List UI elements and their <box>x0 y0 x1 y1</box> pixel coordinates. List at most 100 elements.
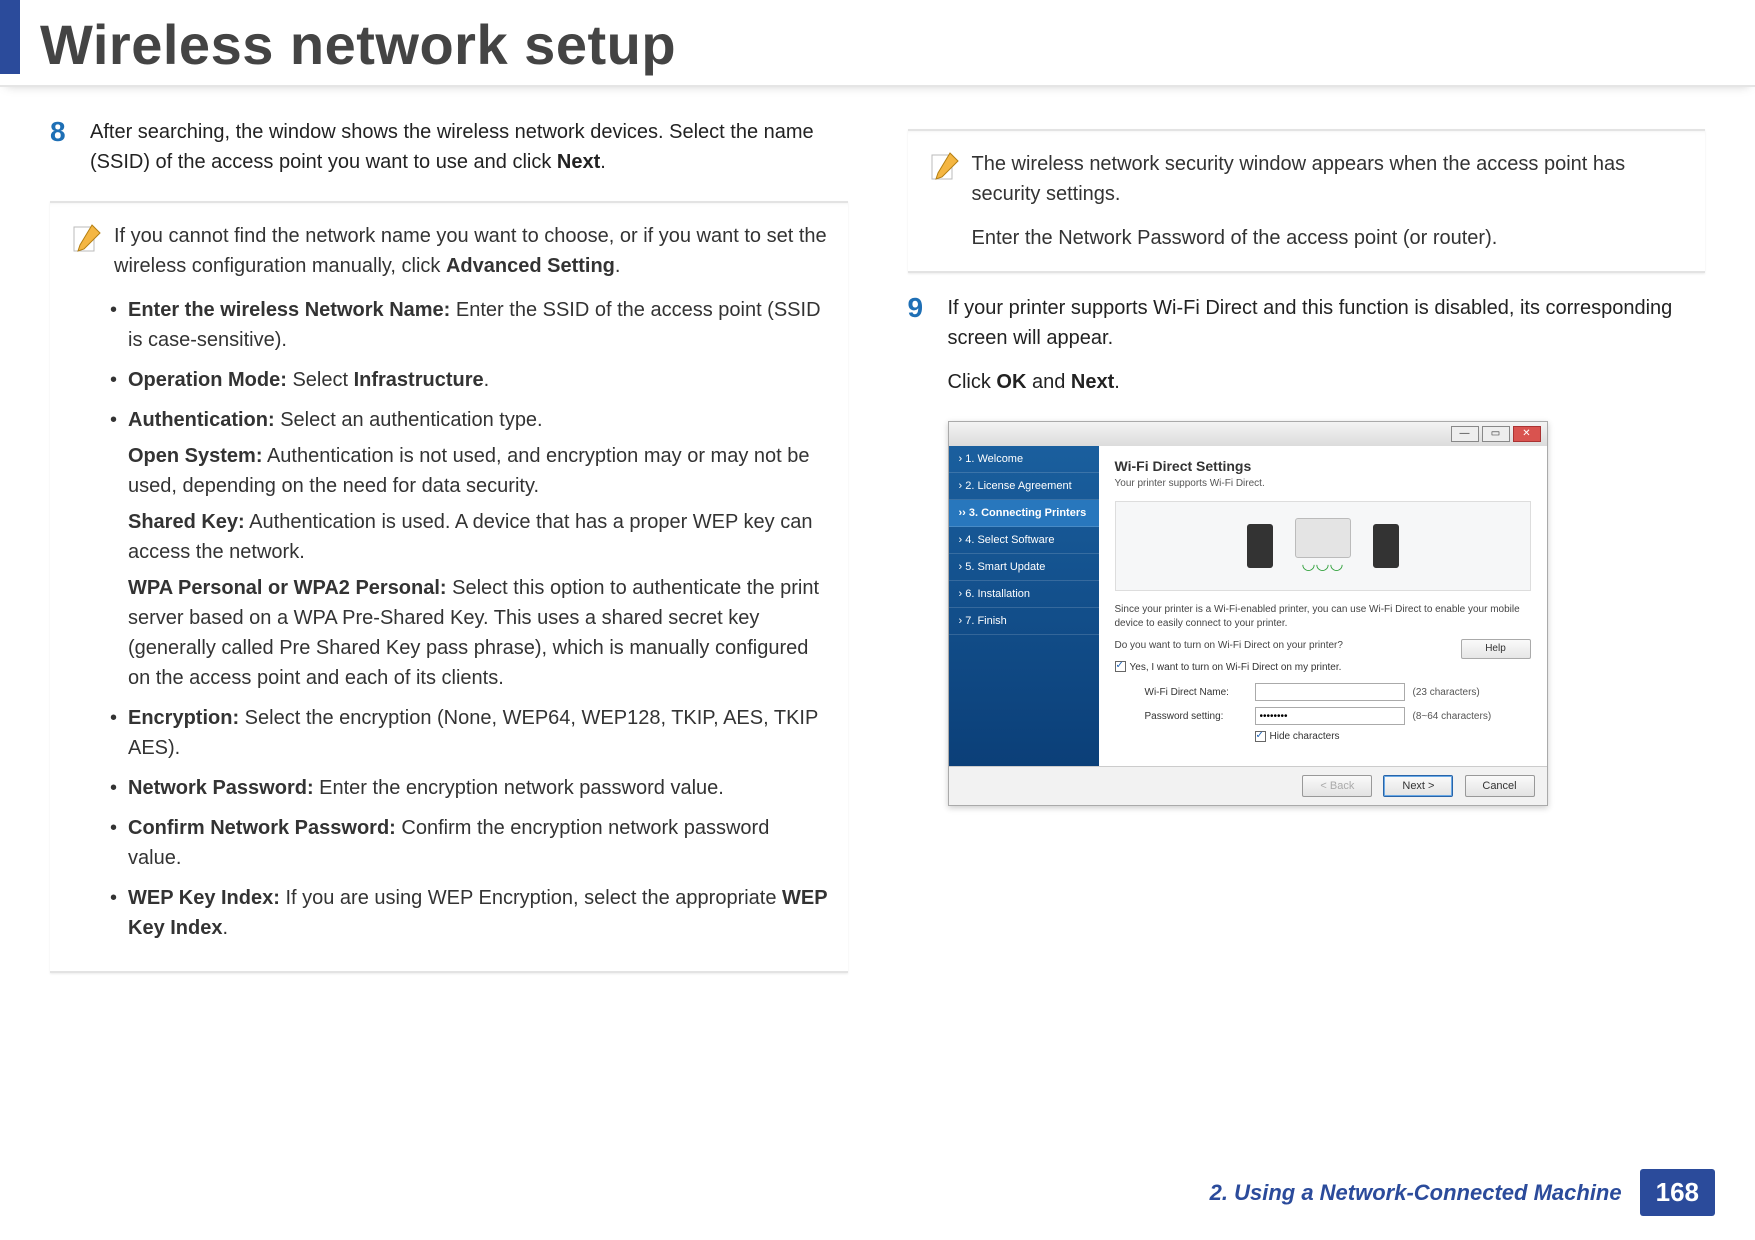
enable-wifi-direct-checkbox[interactable] <box>1115 661 1126 672</box>
page-title: Wireless network setup <box>40 12 1755 77</box>
auth-shared-key: Shared Key: Authentication is used. A de… <box>128 507 828 567</box>
note1-intro-bold: Advanced Setting <box>446 255 615 277</box>
auth-open-system: Open System: Authentication is not used,… <box>128 441 828 501</box>
password-setting-row: Password setting: (8~64 characters) <box>1145 707 1531 725</box>
step9-l2-before: Click <box>948 371 997 393</box>
sidebar-step-connecting[interactable]: ›› 3. Connecting Printers <box>949 500 1099 527</box>
b7-before: If you are using WEP Encryption, select … <box>280 887 782 909</box>
b7-label: WEP Key Index: <box>128 887 280 909</box>
b3-text: Select an authentication type. <box>275 409 543 431</box>
enable-wifi-direct-label: Yes, I want to turn on Wi-Fi Direct on m… <box>1130 662 1342 673</box>
wifi-direct-name-hint: (23 characters) <box>1413 687 1480 698</box>
password-setting-label: Password setting: <box>1145 711 1255 722</box>
b2-after: . <box>484 369 490 391</box>
b2-before: Select <box>287 369 354 391</box>
bullet-network-password: Network Password: Enter the encryption n… <box>106 773 828 803</box>
b2-bold: Infrastructure <box>354 369 484 391</box>
step9-l2-next: Next <box>1071 371 1114 393</box>
b7-after: . <box>222 917 228 939</box>
bullet-authentication: Authentication: Select an authentication… <box>106 405 828 693</box>
window-close-button[interactable]: ✕ <box>1513 426 1541 442</box>
b1-label: Enter the wireless Network Name: <box>128 299 450 321</box>
page-footer: 2. Using a Network-Connected Machine 168 <box>1210 1169 1715 1216</box>
content-columns: 8 After searching, the window shows the … <box>0 87 1755 993</box>
hide-characters-row: Hide characters <box>1255 731 1531 742</box>
auth-wpa: WPA Personal or WPA2 Personal: Select th… <box>128 573 828 693</box>
printer-icon <box>1295 518 1351 558</box>
password-setting-hint: (8~64 characters) <box>1413 711 1492 722</box>
note2-line1: The wireless network security window app… <box>972 149 1686 209</box>
phone-icon <box>1247 524 1273 568</box>
note2-line2: Enter the Network Password of the access… <box>972 223 1686 253</box>
wifi-direct-diagram: ◡◡◡ <box>1115 501 1531 591</box>
step9-l2-ok: OK <box>996 371 1026 393</box>
sidebar-step-license[interactable]: › 2. License Agreement <box>949 473 1099 500</box>
note-icon <box>928 151 960 183</box>
step-8-text: After searching, the window shows the wi… <box>90 117 848 177</box>
installer-heading: Wi-Fi Direct Settings <box>1115 458 1531 474</box>
step-8-prefix: After searching, the window shows the wi… <box>90 121 814 173</box>
wpa-label: WPA Personal or WPA2 Personal: <box>128 577 447 599</box>
installer-desc: Since your printer is a Wi-Fi-enabled pr… <box>1115 603 1531 631</box>
shared-label: Shared Key: <box>128 511 245 533</box>
enable-wifi-direct-row: Yes, I want to turn on Wi-Fi Direct on m… <box>1115 661 1531 673</box>
note1-intro-after: . <box>615 255 621 277</box>
cancel-button[interactable]: Cancel <box>1465 775 1535 797</box>
sidebar-step-installation[interactable]: › 6. Installation <box>949 581 1099 608</box>
right-column: The wireless network security window app… <box>908 117 1706 993</box>
bullet-operation-mode: Operation Mode: Select Infrastructure. <box>106 365 828 395</box>
step9-line1: If your printer supports Wi-Fi Direct an… <box>948 293 1706 353</box>
left-column: 8 After searching, the window shows the … <box>50 117 848 993</box>
sidebar-step-smart-update[interactable]: › 5. Smart Update <box>949 554 1099 581</box>
step-8-suffix: . <box>600 151 606 173</box>
phone-icon <box>1373 524 1399 568</box>
step-number-8: 8 <box>50 117 90 177</box>
wifi-direct-name-row: Wi-Fi Direct Name: (23 characters) <box>1145 683 1531 701</box>
note1-intro: If you cannot find the network name you … <box>114 221 828 281</box>
open-label: Open System: <box>128 445 262 467</box>
b5-label: Network Password: <box>128 777 314 799</box>
window-minimize-button[interactable]: — <box>1451 426 1479 442</box>
wifi-direct-name-label: Wi-Fi Direct Name: <box>1145 687 1255 698</box>
advanced-bullets: Enter the wireless Network Name: Enter t… <box>106 295 828 943</box>
bullet-encryption: Encryption: Select the encryption (None,… <box>106 703 828 763</box>
installer-subheading: Your printer supports Wi-Fi Direct. <box>1115 478 1531 489</box>
installer-window: — ▭ ✕ › 1. Welcome › 2. License Agreemen… <box>948 421 1548 806</box>
page-number: 168 <box>1640 1169 1715 1216</box>
sidebar-step-finish[interactable]: › 7. Finish <box>949 608 1099 635</box>
help-button[interactable]: Help <box>1461 639 1531 659</box>
bullet-confirm-password: Confirm Network Password: Confirm the en… <box>106 813 828 873</box>
b5-text: Enter the encryption network password va… <box>314 777 724 799</box>
step-8-bold-next: Next <box>557 151 600 173</box>
next-button[interactable]: Next > <box>1383 775 1453 797</box>
printer-block: ◡◡◡ <box>1295 518 1351 574</box>
window-titlebar: — ▭ ✕ <box>949 422 1547 446</box>
step9-line2: Click OK and Next. <box>948 367 1706 397</box>
wifi-icon: ◡◡◡ <box>1295 554 1351 574</box>
sidebar-step-welcome[interactable]: › 1. Welcome <box>949 446 1099 473</box>
installer-body: › 1. Welcome › 2. License Agreement ›› 3… <box>949 446 1547 766</box>
back-button[interactable]: < Back <box>1302 775 1372 797</box>
b4-label: Encryption: <box>128 707 239 729</box>
sidebar-step-select-software[interactable]: › 4. Select Software <box>949 527 1099 554</box>
bullet-network-name: Enter the wireless Network Name: Enter t… <box>106 295 828 355</box>
b2-label: Operation Mode: <box>128 369 287 391</box>
window-maximize-button[interactable]: ▭ <box>1482 426 1510 442</box>
security-note: The wireless network security window app… <box>908 129 1706 273</box>
hide-characters-label: Hide characters <box>1270 731 1340 742</box>
installer-sidebar: › 1. Welcome › 2. License Agreement ›› 3… <box>949 446 1099 766</box>
b3-label: Authentication: <box>128 409 275 431</box>
hide-characters-checkbox[interactable] <box>1255 731 1266 742</box>
step-9: 9 If your printer supports Wi-Fi Direct … <box>908 293 1706 397</box>
step-8: 8 After searching, the window shows the … <box>50 117 848 177</box>
step9-l2-mid: and <box>1026 371 1070 393</box>
step-9-text: If your printer supports Wi-Fi Direct an… <box>948 293 1706 397</box>
installer-main: Wi-Fi Direct Settings Your printer suppo… <box>1099 446 1547 766</box>
password-setting-input[interactable] <box>1255 707 1405 725</box>
advanced-setting-note: If you cannot find the network name you … <box>50 201 848 973</box>
footer-chapter: 2. Using a Network-Connected Machine <box>1210 1180 1622 1206</box>
note-icon <box>70 223 102 255</box>
step9-l2-after: . <box>1114 371 1120 393</box>
wifi-direct-name-input[interactable] <box>1255 683 1405 701</box>
b6-label: Confirm Network Password: <box>128 817 396 839</box>
